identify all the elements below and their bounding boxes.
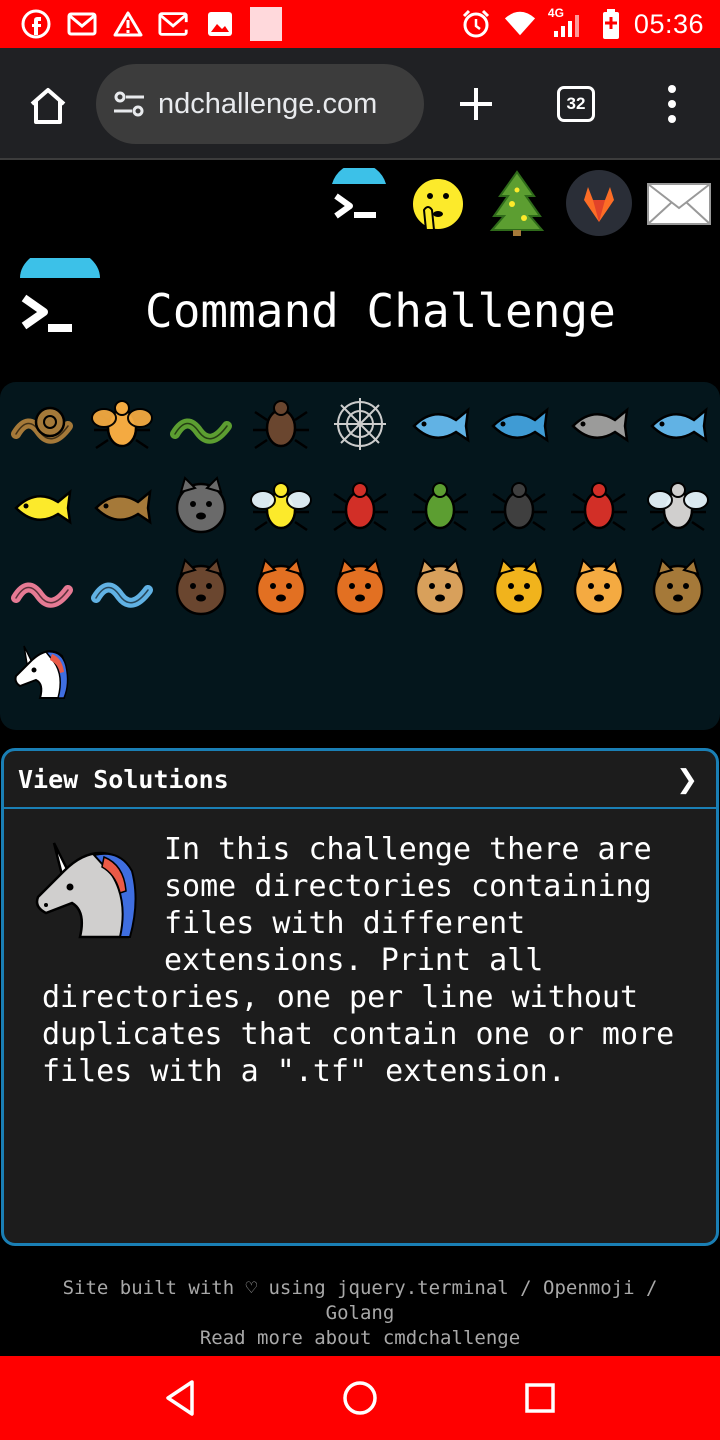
home-icon: [30, 88, 66, 124]
wolf-icon[interactable]: [169, 474, 233, 538]
site-header: Command Challenge: [0, 248, 720, 368]
butterfly-icon[interactable]: [90, 392, 154, 456]
pufferfish-icon[interactable]: [90, 474, 154, 538]
bee-icon[interactable]: [249, 474, 313, 538]
footer-credits[interactable]: Site built with ♡ using jquery.terminal …: [0, 1276, 720, 1326]
whale-icon[interactable]: [408, 392, 472, 456]
plus-icon: [460, 88, 492, 120]
dolphin-icon[interactable]: [567, 392, 631, 456]
snail-icon[interactable]: [10, 392, 74, 456]
horse-face-icon[interactable]: [646, 556, 710, 620]
footer-about-link[interactable]: Read more about cmdchallenge: [0, 1326, 720, 1351]
signal-icon: 4G: [547, 6, 588, 40]
battery-charging-icon: [600, 8, 622, 40]
ladybug-icon[interactable]: [328, 474, 392, 538]
unicorn-face-icon[interactable]: [10, 638, 74, 702]
caterpillar-icon[interactable]: [169, 392, 233, 456]
menu-dot-icon: [668, 115, 676, 123]
menu-dot-icon: [668, 100, 676, 108]
network-type: 4G: [547, 6, 564, 20]
spider-web-icon[interactable]: [328, 392, 392, 456]
wifi-icon: [504, 8, 536, 40]
gmail-icon: [158, 8, 190, 40]
fish-icon[interactable]: [646, 392, 710, 456]
spider-icon[interactable]: [487, 474, 551, 538]
gitlab-icon[interactable]: [564, 168, 634, 238]
cat-face-icon[interactable]: [408, 556, 472, 620]
shushing-face-icon[interactable]: [402, 168, 472, 238]
unicorn-icon: [24, 831, 154, 951]
blank-notification-icon: [250, 7, 282, 41]
solutions-title[interactable]: View Solutions: [18, 765, 229, 794]
tiger-face-icon[interactable]: [567, 556, 631, 620]
terminal-logo-icon[interactable]: [322, 163, 392, 238]
christmas-tree-icon[interactable]: [482, 168, 552, 238]
status-bar: 4G 05:36: [0, 0, 720, 48]
page-footer: Site built with ♡ using jquery.terminal …: [0, 1276, 720, 1351]
image-icon: [204, 8, 236, 40]
menu-dot-icon: [668, 85, 676, 93]
back-button[interactable]: [158, 1376, 202, 1420]
challenge-animal-grid: [0, 382, 720, 730]
status-time: 05:36: [633, 8, 704, 39]
solutions-header[interactable]: View Solutions ❯: [4, 751, 716, 809]
spouting-whale-icon[interactable]: [487, 392, 551, 456]
tab-switcher-button[interactable]: 32: [557, 86, 595, 122]
challenge-description: In this challenge there are some directo…: [4, 809, 716, 1090]
tab-count: 32: [566, 94, 586, 113]
url-text[interactable]: ndchallenge.com: [158, 88, 377, 121]
envelope-icon[interactable]: [644, 168, 714, 238]
worm-icon[interactable]: [10, 556, 74, 620]
back-triangle-icon: [166, 1380, 194, 1416]
recents-square-icon: [525, 1383, 555, 1413]
microbe-icon[interactable]: [90, 556, 154, 620]
browser-menu-button[interactable]: [656, 80, 688, 128]
dog-face-icon[interactable]: [249, 556, 313, 620]
cricket-icon[interactable]: [408, 474, 472, 538]
ant-icon[interactable]: [249, 392, 313, 456]
terminal-logo-icon[interactable]: [18, 248, 104, 344]
monkey-face-icon[interactable]: [169, 556, 233, 620]
home-button[interactable]: [24, 82, 72, 130]
chevron-right-icon[interactable]: ❯: [676, 765, 698, 795]
home-circle-icon: [343, 1381, 377, 1415]
browser-toolbar: ndchallenge.com 32: [0, 48, 720, 160]
fox-face-icon[interactable]: [328, 556, 392, 620]
new-tab-button[interactable]: [452, 80, 500, 128]
solutions-panel: View Solutions ❯ In this challenge there…: [1, 748, 719, 1246]
tropical-fish-icon[interactable]: [10, 474, 74, 538]
header-icon-bar: [314, 163, 714, 238]
site-settings-icon[interactable]: [112, 87, 146, 121]
gmail-icon: [66, 8, 98, 40]
fly-icon[interactable]: [646, 474, 710, 538]
system-nav-bar: [0, 1356, 720, 1440]
alarm-icon: [460, 8, 492, 40]
scorpion-icon[interactable]: [567, 474, 631, 538]
lion-face-icon[interactable]: [487, 556, 551, 620]
warning-icon: [112, 8, 144, 40]
facebook-icon: [20, 8, 52, 40]
recents-button[interactable]: [518, 1376, 562, 1420]
site-title[interactable]: Command Challenge: [145, 284, 616, 338]
page-content: Command Challenge View Solutions ❯ In th…: [0, 162, 720, 1356]
url-bar[interactable]: ndchallenge.com: [96, 64, 424, 144]
home-nav-button[interactable]: [338, 1376, 382, 1420]
